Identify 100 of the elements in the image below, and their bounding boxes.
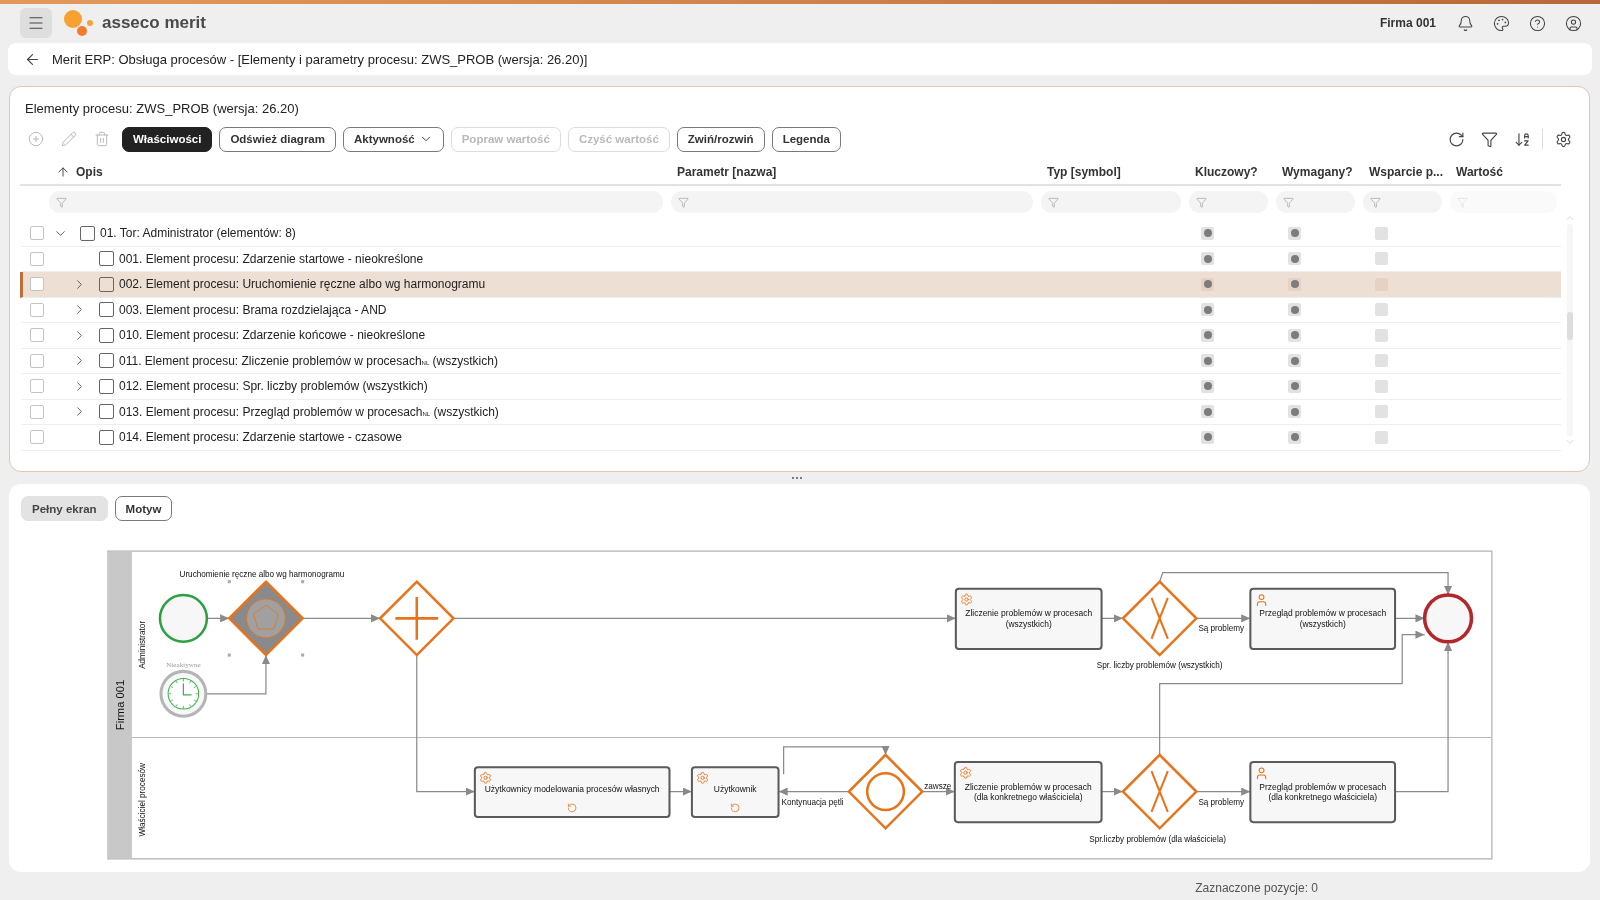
user-task[interactable]: Przegląd problemów w procesach (wszystkich) — [1249, 587, 1397, 650]
end-event[interactable] — [1422, 593, 1474, 644]
item-checkbox[interactable] — [80, 225, 95, 241]
filter-field[interactable] — [1363, 191, 1442, 213]
connector-arrow — [1195, 787, 1251, 796]
task-label: Zliczenie problemów w procesach (wszystkich) — [964, 607, 1094, 629]
task-label: Przegląd problemów w procesach (dla konkretnego właściciela) — [1258, 780, 1388, 802]
task-label: Użytkownik — [713, 782, 757, 794]
connector-arrow — [1195, 614, 1251, 623]
item-checkbox[interactable] — [99, 276, 114, 292]
logo-icon — [62, 8, 94, 38]
parallel-gateway[interactable] — [378, 579, 456, 657]
lane-label: Administrator — [137, 620, 147, 669]
column-header[interactable]: Kluczowy? — [1195, 165, 1258, 179]
column-header[interactable]: Wsparcie p... — [1369, 165, 1444, 179]
item-checkbox[interactable] — [99, 378, 114, 394]
flow-label: Kontynuacja pętli — [781, 797, 844, 807]
row-checkbox[interactable] — [30, 328, 44, 343]
tree-item-label: 002. Element procesu: Uruchomienie ręczne albo wg harmonogramu — [119, 277, 486, 292]
filter-field[interactable] — [1276, 191, 1355, 213]
connector-arrow — [205, 654, 271, 695]
service-task[interactable]: Użytkownicy modelowania procesów własnych — [473, 766, 671, 819]
filter-field[interactable] — [1041, 191, 1181, 213]
item-checkbox[interactable] — [99, 353, 114, 369]
column-header[interactable]: Wymagany? — [1282, 165, 1353, 179]
row-checkbox[interactable] — [30, 430, 44, 445]
service-task[interactable]: Zliczenie problemów w procesach (wszystkich) — [954, 587, 1103, 650]
view-button[interactable]: Pełny ekran — [21, 496, 108, 521]
scrollbar[interactable] — [1567, 224, 1573, 436]
item-checkbox[interactable] — [99, 404, 114, 420]
menu-icon — [27, 14, 45, 32]
gateway-label: Spr. liczby problemów (wszystkich) — [1096, 661, 1223, 671]
service-task[interactable]: Zliczenie problemów w procesach (dla konkretnego właściciela) — [953, 761, 1103, 824]
gateway-label: Spr.liczby problemów (dla właściciela) — [1089, 834, 1226, 844]
row-checkbox[interactable] — [30, 353, 44, 368]
gear-icon — [961, 594, 972, 606]
table-row[interactable]: 002. Element procesu: Uruchomienie ręczne albo wg harmonogramu — [20, 272, 1561, 298]
flow-label: Są problemy — [1198, 797, 1245, 807]
view-button[interactable]: Motyw — [114, 496, 173, 521]
lane-label: Właściciel procesów — [137, 763, 147, 837]
task-label: Przegląd problemów w procesach (wszystkich) — [1258, 607, 1388, 629]
user-task[interactable]: Przegląd problemów w procesach (dla konkretnego właściciela) — [1249, 761, 1397, 824]
exclusive-gateway[interactable] — [1121, 753, 1199, 831]
dropdown-button[interactable]: Aktywność — [343, 126, 444, 152]
gear-icon — [480, 772, 491, 784]
toolbar-button[interactable]: Zwiń/rozwiń — [676, 126, 765, 152]
brand-name: asseco merit — [102, 13, 206, 33]
service-task[interactable]: Użytkownik — [690, 766, 780, 819]
menu-button[interactable] — [20, 8, 52, 38]
gear-icon — [697, 772, 708, 784]
timer-event[interactable] — [159, 669, 208, 718]
item-checkbox[interactable] — [99, 302, 114, 318]
event-gateway[interactable] — [847, 753, 925, 831]
connector-arrow — [206, 614, 230, 623]
tree-item-label: 010. Element procesu: Zdarzenie końcowe - nieokreślone — [119, 328, 426, 343]
page-title: Merit ERP: Obsługa procesów - [Elementy i parametry procesu: ZWS_PROB (wersja: 26.20)] — [52, 51, 588, 67]
tree-item-label: 001. Element procesu: Zdarzenie startowe - nieokreślone — [119, 251, 424, 266]
pool-label: Firma 001 — [114, 679, 127, 731]
column-header[interactable]: Typ [symbol] — [1047, 165, 1121, 179]
row-checkbox[interactable] — [30, 226, 44, 241]
sort-arrow-icon[interactable] — [56, 165, 70, 179]
task-label: Użytkownicy modelowania procesów własnych — [484, 782, 660, 794]
flow-label: Są problemy — [1198, 623, 1245, 633]
tree-item-label: 012. Element procesu: Spr. liczby problemów (wszystkich) — [119, 379, 428, 394]
filter-icon — [56, 196, 67, 208]
item-checkbox[interactable] — [99, 251, 114, 267]
filter-field[interactable] — [1189, 191, 1268, 213]
toolbar-button[interactable]: Legenda — [771, 126, 841, 152]
column-header[interactable]: Wartość — [1456, 165, 1503, 179]
panel-title: Elementy procesu: ZWS_PROB (wersja: 26.20) — [25, 100, 300, 118]
toolbar-button[interactable]: Właściwości — [122, 126, 213, 152]
column-header[interactable]: Parametr [nazwa] — [677, 165, 777, 179]
exclusive-gateway[interactable] — [1121, 579, 1199, 657]
tree-item-label: 014. Element procesu: Zdarzenie startowe - czasowe — [119, 430, 402, 445]
item-checkbox[interactable] — [99, 429, 114, 445]
row-checkbox[interactable] — [30, 404, 44, 419]
tree-item-label: 003. Element procesu: Brama rozdzielająca - AND — [119, 302, 387, 317]
toolbar-button[interactable]: Odśwież diagram — [219, 126, 336, 152]
filter-icon — [1283, 196, 1294, 208]
task-label: Zliczenie problemów w procesach (dla konkretnego właściciela) — [963, 780, 1093, 802]
filter-icon — [678, 196, 689, 208]
gear-icon — [960, 767, 971, 779]
connector-arrow — [1100, 787, 1124, 796]
filter-field[interactable] — [671, 191, 1033, 213]
start-event[interactable] — [158, 593, 209, 644]
row-checkbox[interactable] — [30, 302, 44, 317]
row-checkbox[interactable] — [30, 379, 44, 394]
column-header[interactable]: Opis — [76, 165, 103, 179]
filter-icon — [1048, 196, 1059, 208]
complex-gateway[interactable] — [227, 579, 305, 657]
item-checkbox[interactable] — [99, 327, 114, 343]
company-name[interactable]: Firma 001 — [1379, 16, 1436, 30]
person-icon — [1257, 767, 1266, 779]
tree-item-label: 01. Tor: Administrator (elementów: 8) — [100, 226, 296, 241]
selection-count: Zaznaczone pozycje: 0 — [1195, 881, 1318, 895]
connector-arrow — [1394, 614, 1426, 623]
filter-field[interactable] — [49, 191, 663, 213]
row-checkbox[interactable] — [30, 277, 44, 292]
filter-icon — [1196, 196, 1207, 208]
row-checkbox[interactable] — [30, 251, 44, 266]
